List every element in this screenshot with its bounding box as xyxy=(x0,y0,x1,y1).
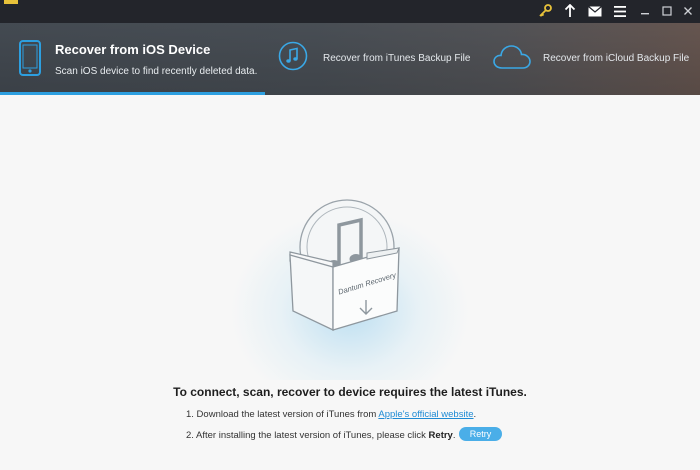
tab-ios-device-subtitle: Scan iOS device to find recently deleted… xyxy=(55,66,258,77)
main-content: Dantum Recovery To connect, scan, recove… xyxy=(0,95,700,470)
mail-icon[interactable] xyxy=(587,3,603,19)
tab-itunes-backup[interactable]: Recover from iTunes Backup File xyxy=(270,23,475,95)
step-download-itunes: 1. Download the latest version of iTunes… xyxy=(186,409,476,420)
upload-icon[interactable] xyxy=(562,3,578,19)
maximize-icon[interactable] xyxy=(659,3,675,19)
step2-suffix: . xyxy=(452,430,456,441)
close-icon[interactable] xyxy=(680,3,696,19)
step-click-retry: 2. After installing the latest version o… xyxy=(186,430,455,441)
tab-icloud-backup[interactable]: Recover from iCloud Backup File xyxy=(490,23,700,95)
tab-itunes-backup-title: Recover from iTunes Backup File xyxy=(323,53,471,64)
tab-ios-device-title: Recover from iOS Device xyxy=(55,42,211,57)
menu-icon[interactable] xyxy=(612,3,628,19)
phone-icon xyxy=(19,40,41,81)
step2-text: 2. After installing the latest version o… xyxy=(186,430,429,441)
key-icon[interactable] xyxy=(537,3,553,19)
minimize-icon[interactable] xyxy=(637,3,653,19)
retry-button[interactable]: Retry xyxy=(459,427,502,441)
tab-ios-device[interactable]: Recover from iOS Device Scan iOS device … xyxy=(0,23,265,95)
itunes-box-illustration: Dantum Recovery xyxy=(275,195,425,345)
active-tab-indicator xyxy=(0,92,265,95)
step2-retry-bold: Retry xyxy=(428,430,453,441)
music-note-icon xyxy=(278,41,308,76)
step1-text: 1. Download the latest version of iTunes… xyxy=(186,409,379,420)
apple-website-link[interactable]: Apple's official website xyxy=(378,409,473,420)
app-window: Recover from iOS Device Scan iOS device … xyxy=(0,0,700,470)
itunes-requirement-heading: To connect, scan, recover to device requ… xyxy=(173,385,527,399)
tab-icloud-backup-title: Recover from iCloud Backup File xyxy=(543,53,690,64)
app-logo-strip xyxy=(4,0,18,4)
header-tabs: Recover from iOS Device Scan iOS device … xyxy=(0,23,700,95)
step1-suffix: . xyxy=(473,409,477,420)
title-bar xyxy=(0,0,700,23)
cloud-icon xyxy=(493,44,531,75)
